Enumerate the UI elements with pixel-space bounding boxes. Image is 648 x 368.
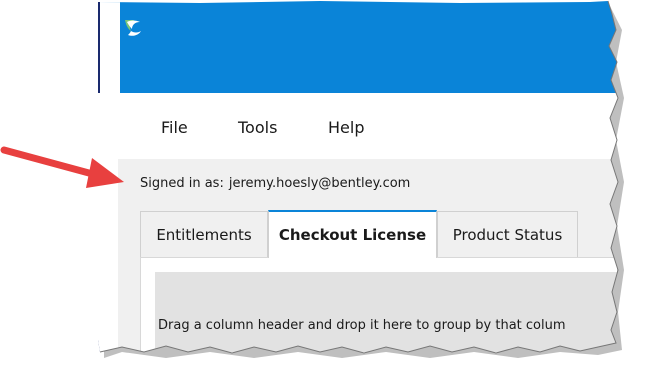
tab-entitlements-label: Entitlements bbox=[156, 225, 252, 244]
app-logo-icon bbox=[122, 18, 142, 38]
tab-product-status[interactable]: Product Status bbox=[437, 211, 578, 257]
group-by-panel[interactable] bbox=[155, 272, 618, 352]
group-by-hint: Drag a column header and drop it here to… bbox=[158, 318, 566, 333]
tab-product-status-label: Product Status bbox=[452, 225, 563, 244]
tab-checkout-license[interactable]: Checkout License bbox=[268, 210, 437, 258]
menu-tools[interactable]: Tools bbox=[238, 118, 277, 137]
menu-help[interactable]: Help bbox=[328, 118, 364, 137]
tab-entitlements[interactable]: Entitlements bbox=[140, 211, 268, 257]
signed-in-status: Signed in as: jeremy.hoesly@bentley.com bbox=[140, 176, 410, 191]
menu-bar bbox=[118, 93, 618, 159]
red-arrow-icon bbox=[0, 146, 124, 188]
menu-file[interactable]: File bbox=[161, 118, 188, 137]
title-bar bbox=[98, 1, 618, 93]
signed-in-label: Signed in as: bbox=[140, 176, 224, 191]
signed-in-email: jeremy.hoesly@bentley.com bbox=[228, 176, 411, 191]
tab-checkout-license-label: Checkout License bbox=[278, 226, 427, 244]
